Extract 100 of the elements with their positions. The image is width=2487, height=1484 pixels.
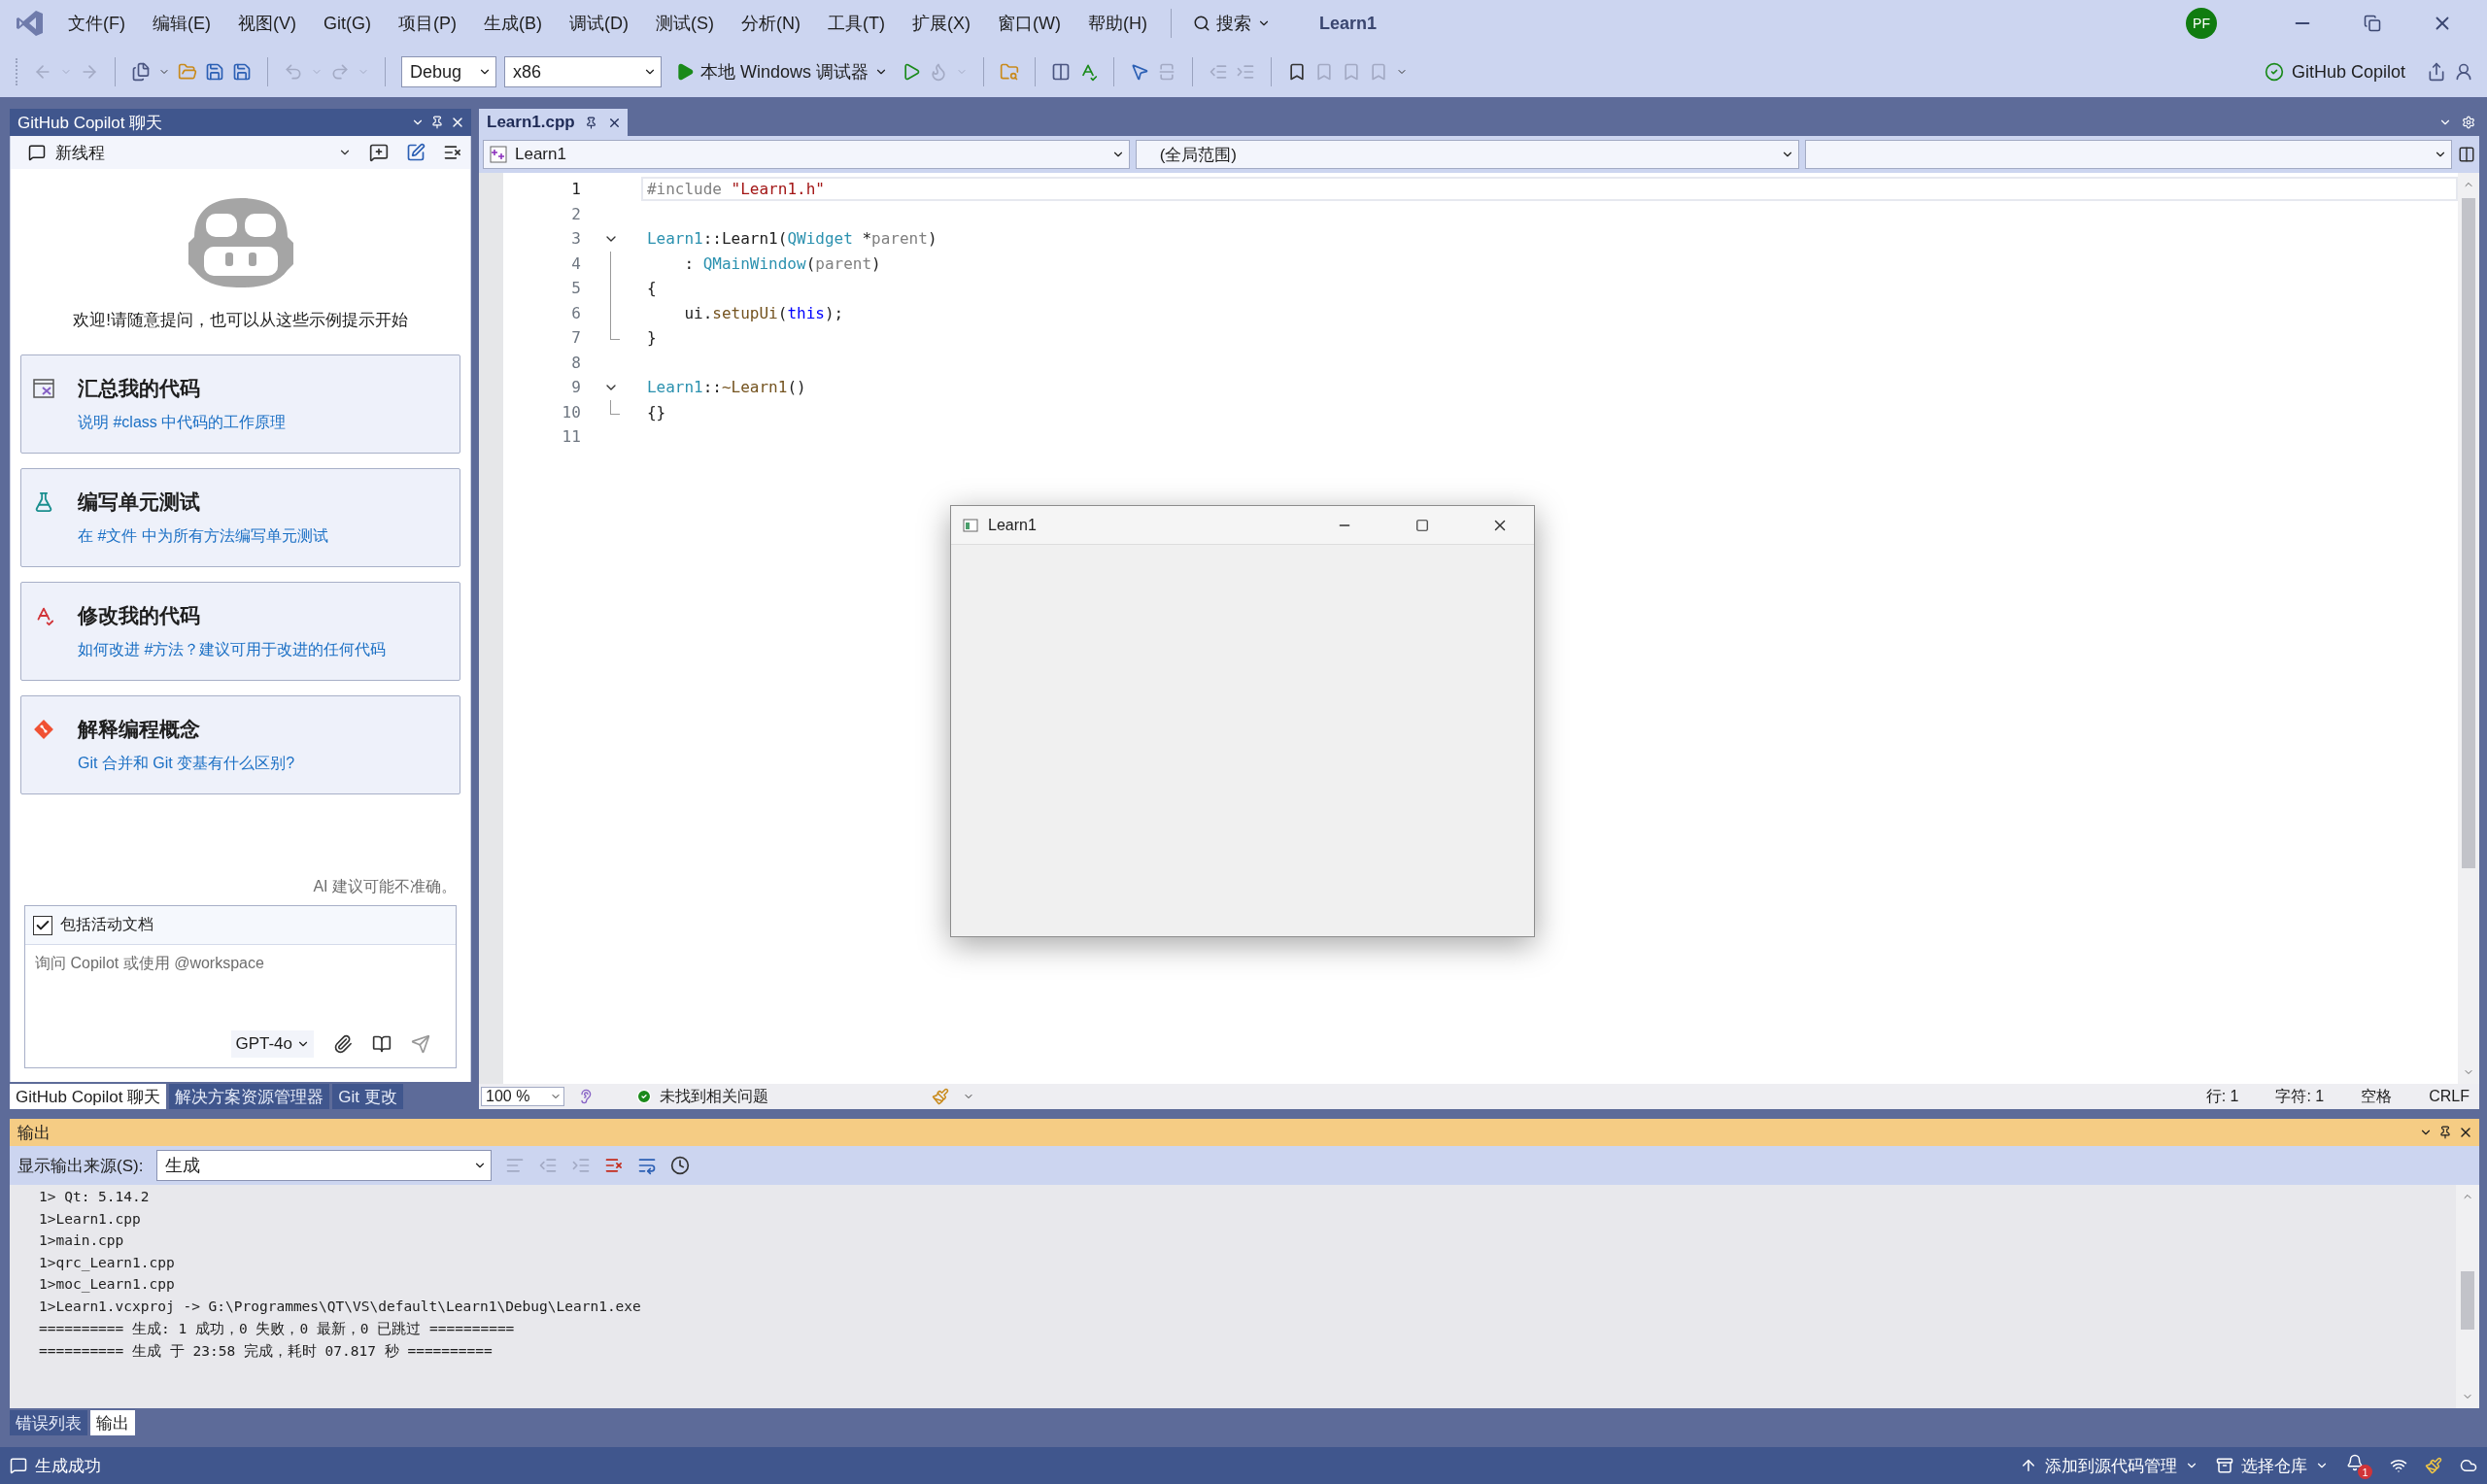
line-number: 4 bbox=[570, 253, 581, 273]
clear-list-icon[interactable] bbox=[443, 143, 462, 162]
menu-item[interactable]: 扩展(X) bbox=[900, 6, 982, 41]
menu-item[interactable]: 帮助(H) bbox=[1075, 6, 1159, 41]
menu-item[interactable]: 窗口(W) bbox=[985, 6, 1073, 41]
start-without-debug-icon[interactable] bbox=[902, 62, 922, 82]
panel-tab[interactable]: 解决方案资源管理器 bbox=[169, 1084, 330, 1109]
suggestion-prompt: 说明 #class 中代码的工作原理 bbox=[78, 412, 288, 432]
scrollbar[interactable] bbox=[2456, 1185, 2479, 1408]
suggestion-card[interactable]: 汇总我的代码 说明 #class 中代码的工作原理 bbox=[20, 354, 460, 454]
indent-mode[interactable]: 空格 bbox=[2361, 1086, 2393, 1107]
pin-icon[interactable] bbox=[584, 116, 597, 129]
model-dropdown[interactable]: GPT-4o bbox=[231, 1030, 314, 1058]
menu-item[interactable]: 工具(T) bbox=[816, 6, 897, 41]
feedback-icon[interactable] bbox=[2454, 62, 2473, 82]
code-line: } bbox=[645, 327, 658, 350]
disclaimer-text: AI 建议可能不准确。 bbox=[313, 877, 457, 896]
menu-item[interactable]: Git(G) bbox=[312, 7, 383, 40]
clear-all-icon[interactable] bbox=[604, 1156, 625, 1175]
restore-icon[interactable] bbox=[2364, 15, 2381, 32]
run-button[interactable]: 本地 Windows 调试器 bbox=[669, 56, 895, 87]
scroll-thumb[interactable] bbox=[2461, 1271, 2474, 1330]
line-position[interactable]: 行: 1 bbox=[2205, 1086, 2239, 1107]
menu-item[interactable]: 文件(F) bbox=[56, 6, 137, 41]
scroll-thumb[interactable] bbox=[2461, 198, 2475, 868]
welcome-text: 欢迎!请随意提问，也可以从这些示例提示开始 bbox=[72, 310, 409, 331]
source-control-button[interactable]: 添加到源代码管理 bbox=[2020, 1454, 2198, 1477]
share-icon[interactable] bbox=[2427, 62, 2446, 82]
menu-item[interactable]: 视图(V) bbox=[226, 6, 308, 41]
play-icon[interactable] bbox=[675, 62, 695, 82]
panel-tab[interactable]: Git 更改 bbox=[332, 1084, 403, 1109]
line-ending[interactable]: CRLF bbox=[2429, 1088, 2470, 1105]
send-icon[interactable] bbox=[411, 1034, 430, 1054]
new-file-icon[interactable] bbox=[131, 62, 151, 82]
menu-item[interactable]: 分析(N) bbox=[730, 6, 812, 41]
save-icon[interactable] bbox=[205, 62, 224, 82]
clock-icon[interactable] bbox=[670, 1156, 691, 1175]
menu-item[interactable]: 项目(P) bbox=[387, 6, 468, 41]
chat-icon[interactable] bbox=[28, 144, 46, 161]
cloud-icon[interactable] bbox=[2460, 1457, 2477, 1474]
maximize-icon[interactable] bbox=[1415, 518, 1429, 532]
panel-tab[interactable]: 输出 bbox=[90, 1410, 135, 1435]
brush-icon[interactable] bbox=[932, 1088, 949, 1105]
platform-dropdown[interactable]: x86 bbox=[504, 56, 662, 87]
menu-item[interactable]: 编辑(E) bbox=[141, 6, 222, 41]
edit-icon[interactable] bbox=[406, 143, 426, 162]
suggestion-card[interactable]: 编写单元测试 在 #文件 中为所有方法编写单元测试 bbox=[20, 468, 460, 567]
class-dropdown[interactable]: Learn1 bbox=[483, 140, 1130, 169]
new-chat-icon[interactable] bbox=[369, 143, 389, 162]
save-all-icon[interactable] bbox=[232, 62, 252, 82]
output-line: ========== 生成: 1 成功，0 失败，0 最新，0 已跳过 ========== bbox=[39, 1320, 516, 1338]
settings-icon[interactable] bbox=[2462, 116, 2475, 129]
source-dropdown[interactable]: 生成 bbox=[156, 1150, 493, 1181]
panel-tab[interactable]: 错误列表 bbox=[10, 1410, 87, 1435]
pointer-icon[interactable] bbox=[1130, 62, 1150, 82]
scope-dropdown[interactable]: (全局范围) bbox=[1135, 140, 1800, 169]
brush-icon[interactable] bbox=[2425, 1457, 2442, 1474]
document-tab[interactable]: Learn1.cpp bbox=[479, 109, 628, 136]
suggestion-card[interactable]: 修改我的代码 如何改进 #方法？建议可用于改进的任何代码 bbox=[20, 582, 460, 681]
book-icon[interactable] bbox=[372, 1034, 392, 1054]
thread-dropdown[interactable]: 新线程 bbox=[28, 141, 330, 164]
column-position[interactable]: 字符: 1 bbox=[2275, 1086, 2325, 1107]
attach-icon[interactable] bbox=[333, 1034, 353, 1054]
line-number: 11 bbox=[561, 427, 581, 447]
repository-button[interactable]: 选择仓库 bbox=[2216, 1454, 2329, 1477]
layout-icon[interactable] bbox=[1051, 62, 1072, 82]
class-icon bbox=[490, 146, 507, 163]
menu-item[interactable]: 生成(B) bbox=[472, 6, 554, 41]
notifications-button[interactable]: 1 bbox=[2346, 1452, 2372, 1479]
live-share-icon[interactable] bbox=[2390, 1457, 2407, 1474]
checkbox[interactable] bbox=[33, 915, 52, 935]
logo-icon bbox=[16, 9, 45, 38]
window-icon bbox=[33, 378, 54, 400]
check-icon[interactable] bbox=[2264, 62, 2284, 82]
split-icon[interactable] bbox=[2458, 146, 2475, 163]
code-line: ui.setupUi(this); bbox=[683, 302, 845, 324]
window-title: Learn1 bbox=[988, 516, 1038, 534]
pin-icon[interactable] bbox=[2438, 1126, 2452, 1139]
repository-icon[interactable] bbox=[2216, 1457, 2233, 1474]
account-avatar[interactable]: PF bbox=[2186, 8, 2217, 39]
menu-item[interactable]: 调试(D) bbox=[558, 6, 640, 41]
panel-tab[interactable]: GitHub Copilot 聊天 bbox=[10, 1084, 167, 1109]
line-number: 1 bbox=[570, 180, 581, 199]
zoom-dropdown[interactable]: 100 % bbox=[481, 1087, 564, 1106]
build-status: 生成成功 bbox=[10, 1454, 101, 1477]
suggestion-title: 修改我的代码 bbox=[78, 603, 201, 629]
copilot-icon[interactable] bbox=[578, 1089, 594, 1104]
notification-count: 1 bbox=[2358, 1465, 2372, 1479]
search-icon[interactable] bbox=[1192, 15, 1210, 32]
issues-status[interactable]: 未找到相关问题 bbox=[636, 1086, 879, 1107]
pin-icon[interactable] bbox=[430, 116, 444, 129]
bell-icon[interactable] bbox=[2346, 1454, 2364, 1471]
suggestion-card[interactable]: 解释编程概念 Git 合并和 Git 变基有什么区别? bbox=[20, 695, 460, 794]
copilot-status-button[interactable]: GitHub Copilot bbox=[2264, 61, 2405, 83]
search-button[interactable]: 搜索 bbox=[1182, 6, 1280, 41]
scrollbar[interactable] bbox=[2457, 173, 2479, 1084]
word-wrap-icon[interactable] bbox=[637, 1156, 658, 1175]
chat-input-field[interactable]: 询问 Copilot 或使用 @workspace bbox=[25, 945, 456, 982]
menu-item[interactable]: 测试(S) bbox=[644, 6, 726, 41]
configuration-dropdown[interactable]: Debug bbox=[401, 56, 496, 87]
